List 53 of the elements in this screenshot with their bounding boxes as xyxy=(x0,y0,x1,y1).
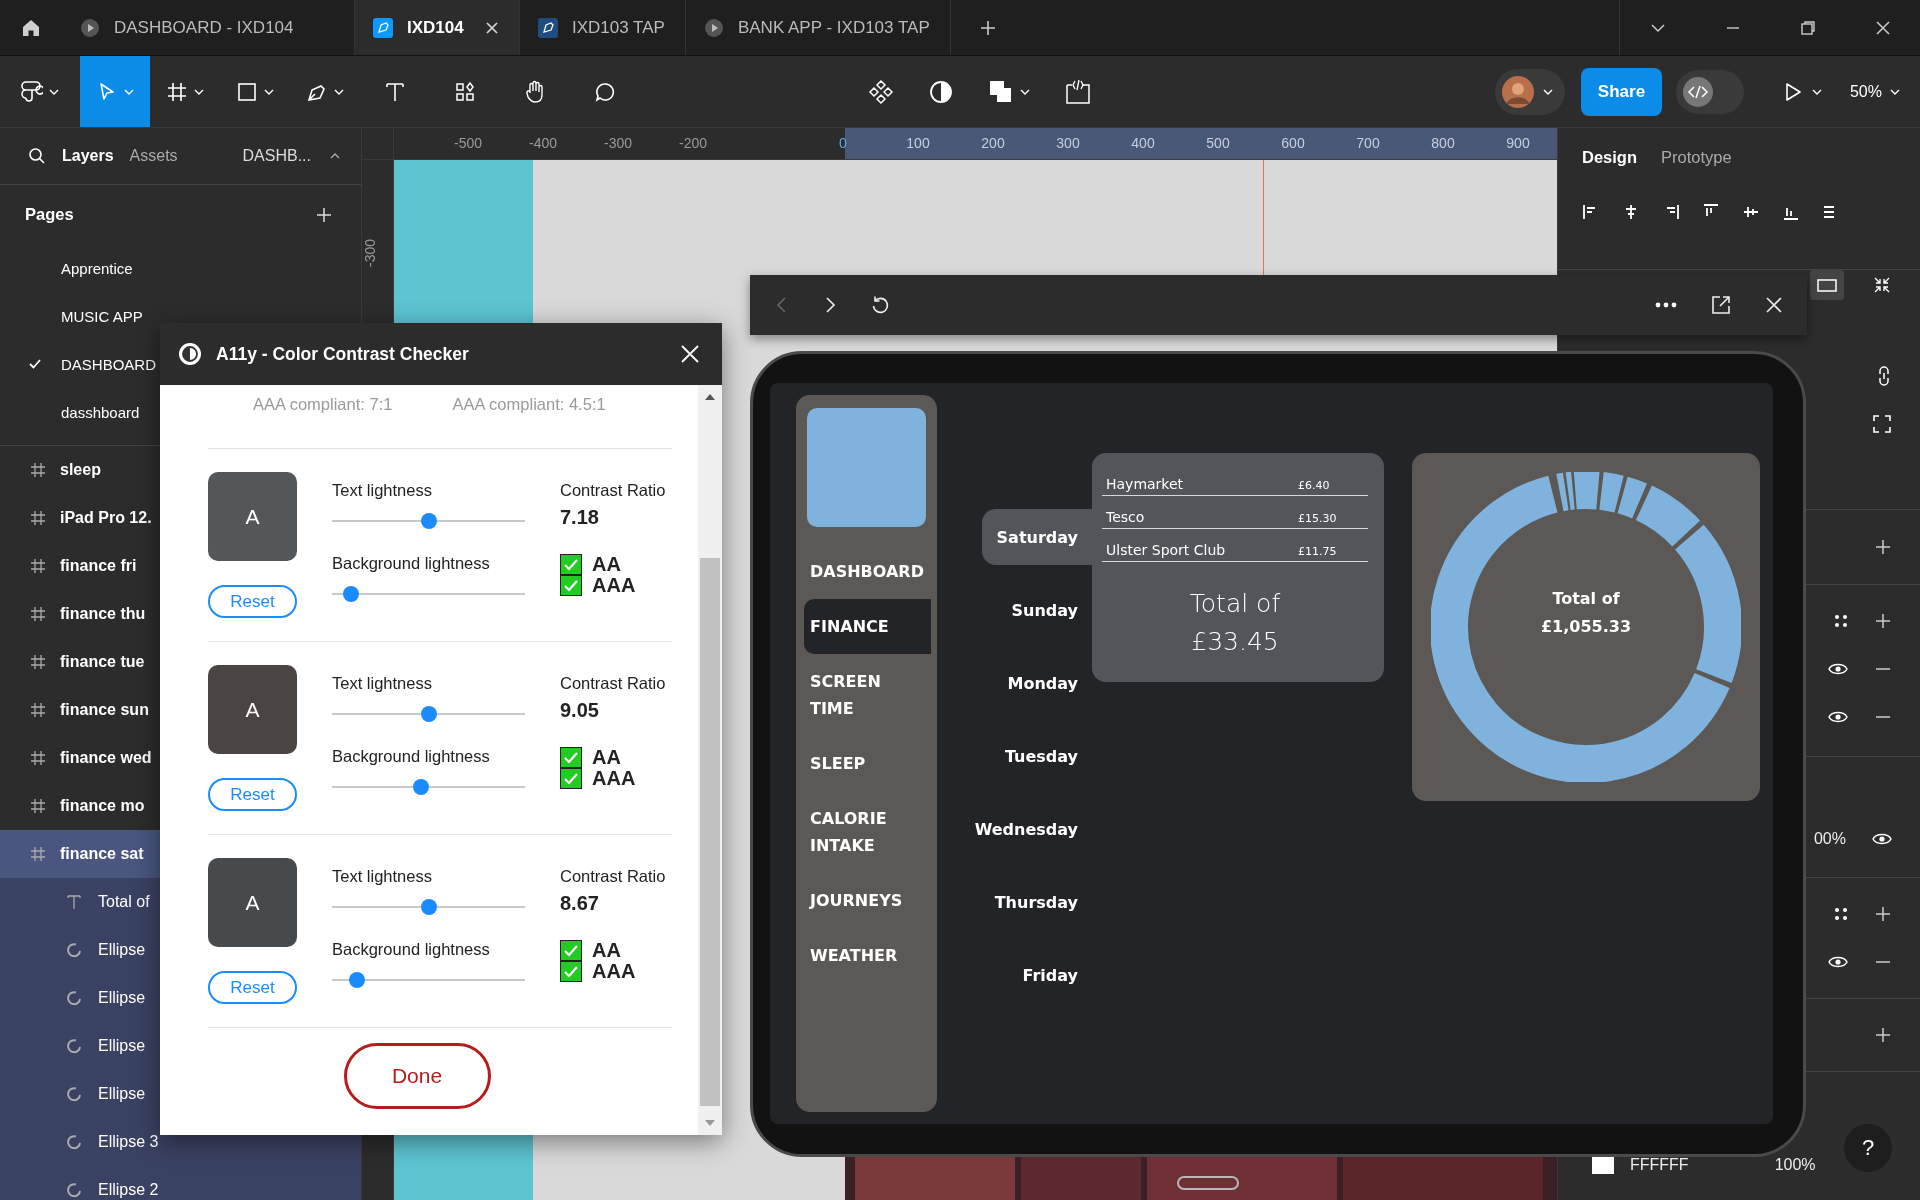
ruler-label: 300 xyxy=(1056,135,1080,151)
slider-label: Background lightness xyxy=(332,553,491,573)
check-label: AAA xyxy=(592,960,636,983)
chart-total-amount: £1,055.33 xyxy=(1540,616,1632,638)
total-amount: £33.45 xyxy=(1191,626,1279,658)
check-label: AA xyxy=(592,553,621,576)
slider-label: Text lightness xyxy=(332,480,433,500)
slider-label: Background lightness xyxy=(332,939,491,959)
transaction-name: Ulster Sport Club xyxy=(1106,542,1227,558)
total-label: Total of xyxy=(1189,588,1281,620)
ratio-label: Contrast Ratio xyxy=(560,480,667,500)
ratio-label: Contrast Ratio xyxy=(560,673,667,693)
transaction-amount: £6.40 xyxy=(1298,479,1331,492)
color-sample: A xyxy=(208,665,297,754)
ruler-label: 400 xyxy=(1131,135,1155,151)
opacity-value: 00% xyxy=(1813,830,1846,848)
ruler-label: 800 xyxy=(1431,135,1455,151)
section-title: Pages xyxy=(25,205,74,224)
transaction-amount: £11.75 xyxy=(1298,545,1338,558)
ruler-label: 600 xyxy=(1281,135,1305,151)
check-label: AA xyxy=(592,939,621,962)
color-sample: A xyxy=(208,858,297,947)
ruler-label: 100 xyxy=(906,135,930,151)
ratio-value: 8.67 xyxy=(560,892,600,915)
check-label: AAA xyxy=(592,767,636,790)
ratio-label: Contrast Ratio xyxy=(560,866,667,886)
fill-opacity: 100% xyxy=(1774,1156,1816,1174)
ruler-label: 500 xyxy=(1206,135,1230,151)
check-label: AA xyxy=(592,746,621,769)
compliance-note: AAA compliant: 7:1 xyxy=(253,395,393,415)
ruler-label: -400 xyxy=(529,135,557,151)
ruler-label: 0 xyxy=(839,135,847,151)
transaction-name: Haymarket xyxy=(1106,476,1185,492)
ratio-value: 7.18 xyxy=(560,506,600,529)
slider-label: Text lightness xyxy=(332,866,433,886)
ruler-label: 700 xyxy=(1356,135,1380,151)
ruler-label: 200 xyxy=(981,135,1005,151)
compliance-note: AAA compliant: 4.5:1 xyxy=(452,395,606,415)
ratio-value: 9.05 xyxy=(560,699,600,722)
dialog-title: A11y - Color Contrast Checker xyxy=(216,343,469,365)
transaction-amount: £15.30 xyxy=(1298,512,1338,525)
fill-hex: FFFFFF xyxy=(1630,1156,1689,1174)
color-sample: A xyxy=(208,472,297,561)
ruler-label: -300 xyxy=(604,135,632,151)
ruler-label: 900 xyxy=(1506,135,1530,151)
slider-label: Text lightness xyxy=(332,673,433,693)
ruler-label: -500 xyxy=(454,135,482,151)
ruler-label: -200 xyxy=(679,135,707,151)
chart-total-label: Total of xyxy=(1552,588,1620,610)
ruler-label: -300 xyxy=(362,239,378,267)
check-label: AAA xyxy=(592,574,636,597)
transaction-name: Tesco xyxy=(1106,509,1146,525)
slider-label: Background lightness xyxy=(332,746,491,766)
